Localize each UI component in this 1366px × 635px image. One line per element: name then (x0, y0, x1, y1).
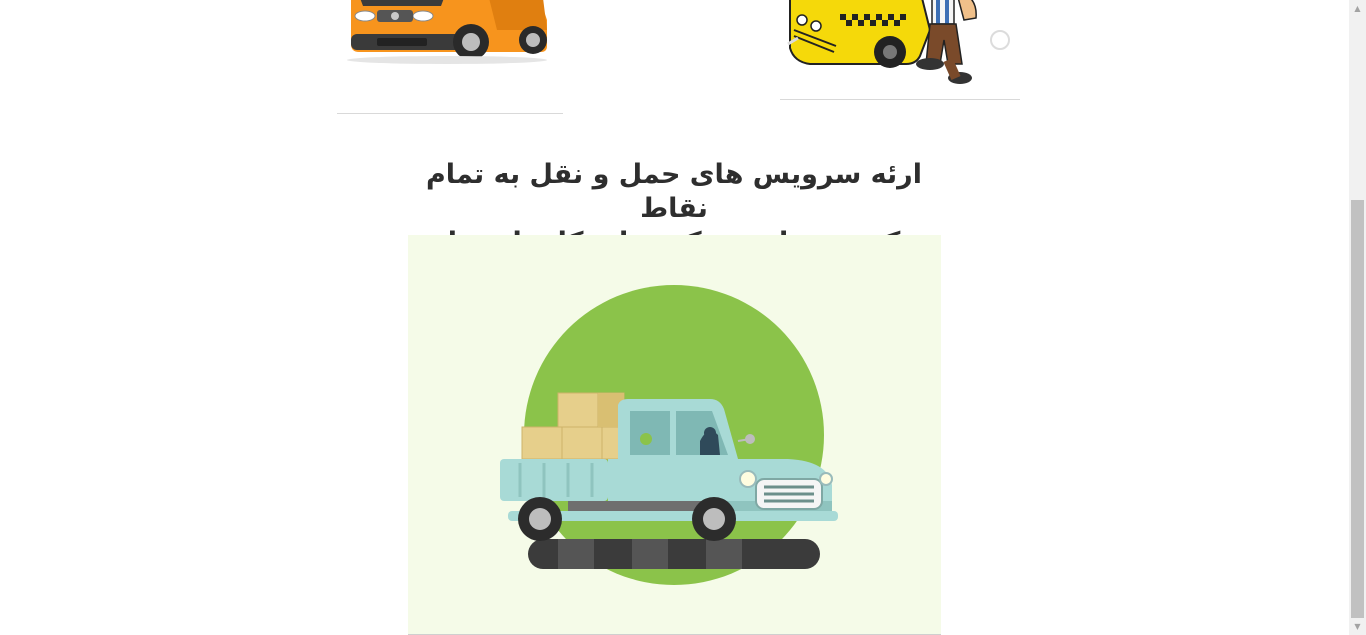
vertical-scrollbar[interactable]: ▲ ▼ (1349, 0, 1366, 635)
van-image (347, 0, 547, 64)
pickup-truck-image (500, 285, 838, 585)
taxi-image-card[interactable] (780, 0, 1020, 100)
truck-illustration (408, 235, 941, 635)
scrollbar-thumb[interactable] (1351, 200, 1364, 618)
taxi-image (787, 0, 1010, 84)
page: ارئه سرویس های حمل و نقل به تمام نقاط کش… (0, 0, 1349, 635)
headline-line-1: ارئه سرویس های حمل و نقل به تمام نقاط (426, 159, 922, 224)
van-image-card[interactable] (337, 0, 563, 114)
scroll-up-arrow-icon[interactable]: ▲ (1349, 0, 1366, 17)
scroll-down-arrow-icon[interactable]: ▼ (1349, 618, 1366, 635)
